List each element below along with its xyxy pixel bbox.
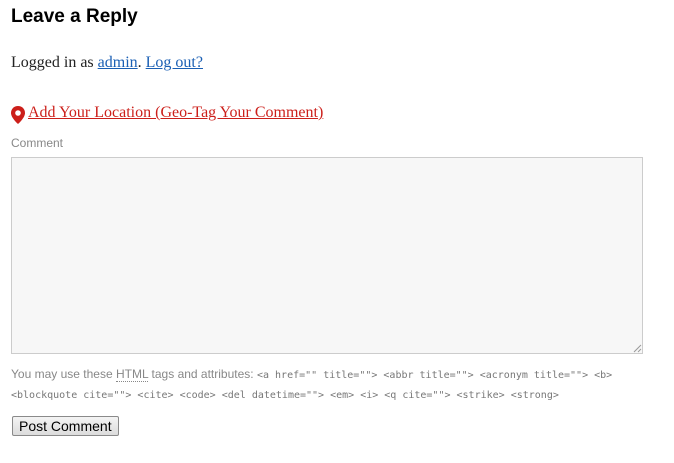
user-link[interactable]: admin bbox=[98, 54, 138, 71]
geo-tag-row[interactable]: Add Your Location (Geo-Tag Your Comment) bbox=[11, 102, 323, 124]
comment-textarea[interactable] bbox=[11, 157, 643, 354]
logged-in-prefix: Logged in as bbox=[11, 54, 94, 71]
logged-in-line: Logged in as admin. Log out? bbox=[11, 54, 203, 72]
allowed-tags-note: You may use these HTML tags and attribut… bbox=[11, 365, 651, 405]
allowed-tags-suffix: tags and attributes: bbox=[151, 367, 254, 381]
html-abbr: HTML bbox=[115, 367, 149, 382]
comment-label: Comment bbox=[11, 136, 64, 150]
geo-tag-link[interactable]: Add Your Location (Geo-Tag Your Comment) bbox=[28, 104, 323, 122]
post-comment-button[interactable]: Post Comment bbox=[12, 416, 119, 436]
map-pin-icon bbox=[11, 106, 25, 124]
resize-handle-icon[interactable] bbox=[633, 344, 642, 353]
logout-link[interactable]: Log out? bbox=[146, 54, 203, 71]
allowed-tags-prefix: You may use these bbox=[11, 367, 113, 381]
logged-in-separator: . bbox=[137, 54, 142, 71]
reply-title: Leave a Reply bbox=[11, 6, 138, 27]
